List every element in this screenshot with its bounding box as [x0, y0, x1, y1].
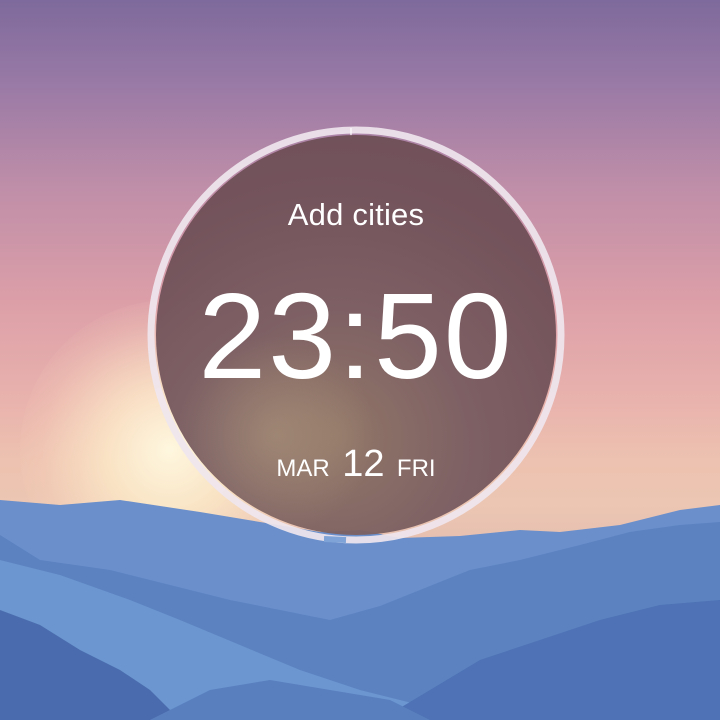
clock-widget[interactable]: Add cities 23:50 MAR 12 FRI — [156, 135, 556, 535]
clock-time[interactable]: 23:50 — [156, 275, 556, 397]
date-month: MAR — [276, 455, 330, 482]
add-cities-link[interactable]: Add cities — [156, 197, 556, 233]
clock-date[interactable]: MAR 12 FRI — [156, 443, 556, 486]
home-screen: Add cities 23:50 MAR 12 FRI — [0, 0, 720, 720]
date-weekday: FRI — [396, 455, 436, 482]
date-day: 12 — [342, 443, 385, 485]
